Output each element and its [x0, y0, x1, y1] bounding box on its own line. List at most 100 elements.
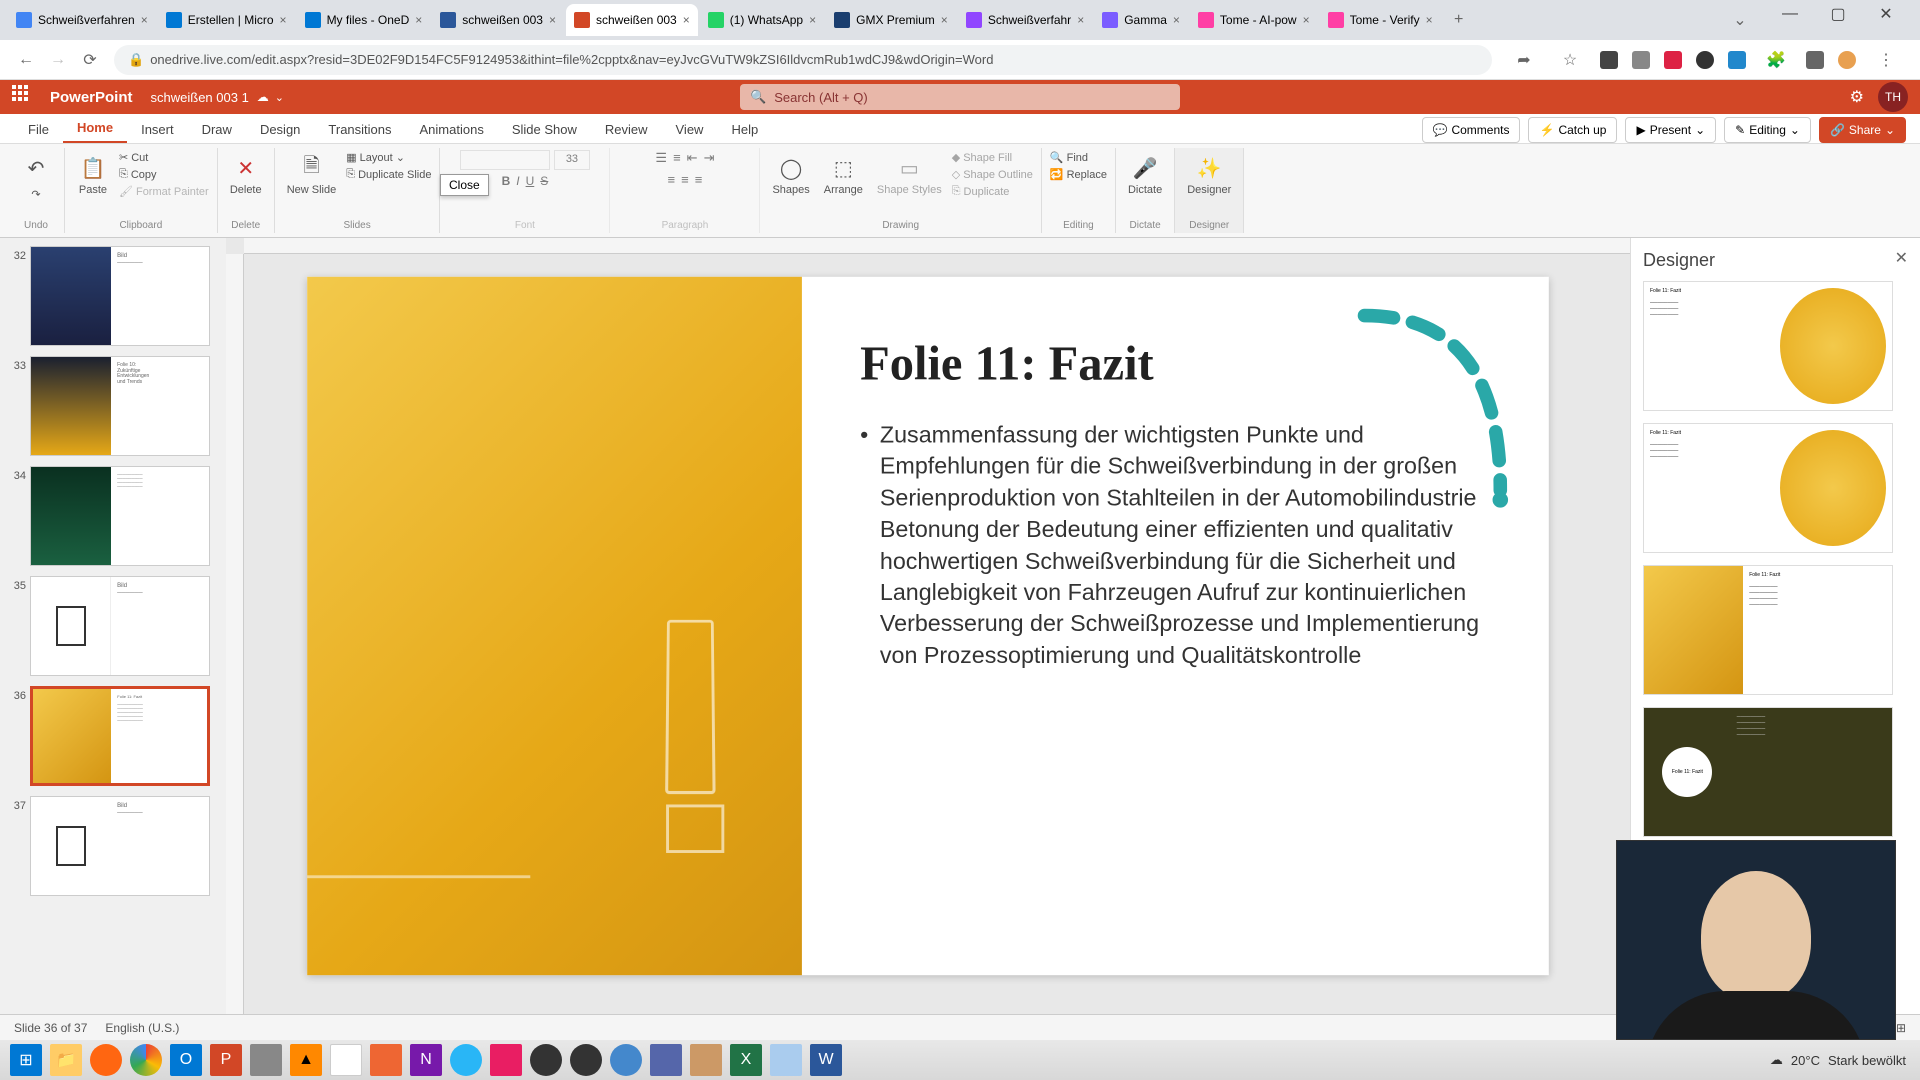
indent-button[interactable]: ⇤ — [687, 150, 698, 166]
design-option[interactable]: Folie 11: Fazit──────────────────────── — [1643, 281, 1893, 411]
close-icon[interactable]: × — [809, 13, 816, 27]
chevron-down-icon[interactable]: ⌄ — [1724, 4, 1756, 36]
catchup-button[interactable]: ⚡ Catch up — [1528, 117, 1617, 143]
app-icon[interactable] — [610, 1044, 642, 1076]
tab-insert[interactable]: Insert — [127, 116, 188, 143]
present-button[interactable]: ▶ Present ⌄ — [1625, 117, 1716, 143]
language-indicator[interactable]: English (U.S.) — [105, 1021, 179, 1035]
tab-help[interactable]: Help — [717, 116, 772, 143]
layout-button[interactable]: ▦ Layout ⌄ — [346, 150, 431, 165]
underline-button[interactable]: U — [526, 174, 535, 188]
font-select[interactable] — [460, 150, 550, 170]
close-icon[interactable]: × — [683, 13, 690, 27]
app-launcher-icon[interactable] — [12, 85, 36, 109]
firefox-icon[interactable] — [90, 1044, 122, 1076]
browser-tab-active[interactable]: schweißen 003× — [566, 4, 698, 36]
powerpoint-icon[interactable]: P — [210, 1044, 242, 1076]
design-option[interactable]: Folie 11: Fazit─────────────────────────… — [1643, 565, 1893, 695]
undo-button[interactable]: ↶ — [16, 150, 56, 186]
back-button[interactable]: ← — [10, 44, 42, 76]
app-icon[interactable] — [490, 1044, 522, 1076]
avatar[interactable]: TH — [1878, 82, 1908, 112]
close-icon[interactable]: × — [941, 13, 948, 27]
slide-thumbnail[interactable]: Folie 10:ZukünftigeEntwicklungenund Tren… — [30, 356, 210, 456]
close-icon[interactable]: × — [280, 13, 287, 27]
profile-icon[interactable] — [1838, 51, 1856, 69]
slide-canvas[interactable]: Folie 11: Fazit Zusammenfassung der wich… — [307, 277, 1549, 975]
arrange-button[interactable]: ⬚Arrange — [820, 150, 867, 199]
slide-thumbnail-selected[interactable]: Folie 11: Fazit─────────────────────────… — [30, 686, 210, 786]
browser-tab[interactable]: Tome - Verify× — [1320, 4, 1441, 36]
browser-tab[interactable]: GMX Premium× — [826, 4, 956, 36]
obs-icon[interactable] — [530, 1044, 562, 1076]
browser-tab[interactable]: Schweißverfahr× — [958, 4, 1092, 36]
forward-button[interactable]: → — [42, 44, 74, 76]
app-icon[interactable] — [650, 1044, 682, 1076]
slide-thumbnail[interactable]: Bild────── — [30, 246, 210, 346]
browser-tab[interactable]: Erstellen | Micro× — [158, 4, 295, 36]
extension-icon[interactable] — [1696, 51, 1714, 69]
designer-button[interactable]: ✨Designer — [1183, 150, 1235, 198]
shape-styles-button[interactable]: ▭Shape Styles — [873, 150, 946, 199]
align-center-button[interactable]: ≡ — [681, 172, 689, 187]
maximize-button[interactable]: ▢ — [1824, 4, 1852, 24]
notepad-icon[interactable] — [770, 1044, 802, 1076]
tab-home[interactable]: Home — [63, 114, 127, 143]
find-button[interactable]: 🔍 Find — [1050, 150, 1107, 165]
slide-editor[interactable]: Folie 11: Fazit Zusammenfassung der wich… — [226, 238, 1630, 1014]
cut-button[interactable]: ✂ Cut — [119, 150, 209, 165]
browser-tab[interactable]: Gamma× — [1094, 4, 1188, 36]
extension-icon[interactable] — [1806, 51, 1824, 69]
close-icon[interactable]: × — [141, 13, 148, 27]
new-tab-button[interactable]: + — [1443, 4, 1475, 36]
onenote-icon[interactable]: N — [410, 1044, 442, 1076]
shape-fill-button[interactable]: ◆ Shape Fill — [952, 150, 1033, 165]
tab-view[interactable]: View — [662, 116, 718, 143]
gear-icon[interactable]: ⚙ — [1850, 87, 1864, 107]
tab-animations[interactable]: Animations — [406, 116, 498, 143]
app-icon[interactable] — [250, 1044, 282, 1076]
vlc-icon[interactable]: ▲ — [290, 1044, 322, 1076]
close-icon[interactable]: × — [1303, 13, 1310, 27]
duplicate-button[interactable]: ⎘ Duplicate — [952, 184, 1033, 199]
outlook-icon[interactable]: O — [170, 1044, 202, 1076]
share-icon[interactable]: ➦ — [1508, 44, 1540, 76]
tab-transitions[interactable]: Transitions — [314, 116, 405, 143]
close-button[interactable]: ✕ — [1872, 4, 1900, 24]
extension-icon[interactable] — [1632, 51, 1650, 69]
format-painter-button[interactable]: 🖌 Format Painter — [119, 184, 209, 199]
redo-button[interactable]: ↷ — [27, 186, 44, 203]
app-icon[interactable] — [330, 1044, 362, 1076]
slide-thumbnail[interactable]: ──────────────────────────────────── — [30, 466, 210, 566]
extension-icon[interactable] — [1664, 51, 1682, 69]
close-icon[interactable]: × — [1426, 13, 1433, 27]
shape-outline-button[interactable]: ◇ Shape Outline — [952, 167, 1033, 182]
browser-tab[interactable]: Tome - AI-pow× — [1190, 4, 1318, 36]
browser-tab[interactable]: Schweißverfahren× — [8, 4, 156, 36]
copy-button[interactable]: ⎘ Copy — [119, 167, 209, 182]
search-input[interactable]: 🔍 Search (Alt + Q) — [740, 84, 1180, 110]
document-name[interactable]: schweißen 003 1 — [151, 90, 249, 105]
browser-tab[interactable]: schweißen 003× — [432, 4, 564, 36]
shapes-button[interactable]: ◯Shapes — [768, 150, 813, 199]
extension-icon[interactable] — [1600, 51, 1618, 69]
share-button[interactable]: 🔗 Share ⌄ — [1819, 117, 1906, 143]
app-icon[interactable] — [570, 1044, 602, 1076]
menu-icon[interactable]: ⋮ — [1870, 44, 1902, 76]
slide-thumbnail-panel[interactable]: 32Bild────── 33Folie 10:ZukünftigeEntwic… — [0, 238, 226, 1014]
close-icon[interactable]: × — [1077, 13, 1084, 27]
slide-thumbnail[interactable]: Bild────── — [30, 576, 210, 676]
close-icon[interactable]: × — [549, 13, 556, 27]
editing-button[interactable]: ✎ Editing ⌄ — [1724, 117, 1811, 143]
outdent-button[interactable]: ⇥ — [704, 150, 715, 166]
bullets-button[interactable]: ☰ — [655, 150, 667, 166]
tab-design[interactable]: Design — [246, 116, 314, 143]
tab-file[interactable]: File — [14, 116, 63, 143]
app-icon[interactable] — [370, 1044, 402, 1076]
star-icon[interactable]: ☆ — [1554, 44, 1586, 76]
app-icon[interactable] — [690, 1044, 722, 1076]
italic-button[interactable]: I — [516, 174, 519, 188]
strike-button[interactable]: S — [540, 174, 548, 188]
reload-button[interactable]: ⟳ — [74, 44, 106, 76]
extension-icon[interactable] — [1728, 51, 1746, 69]
